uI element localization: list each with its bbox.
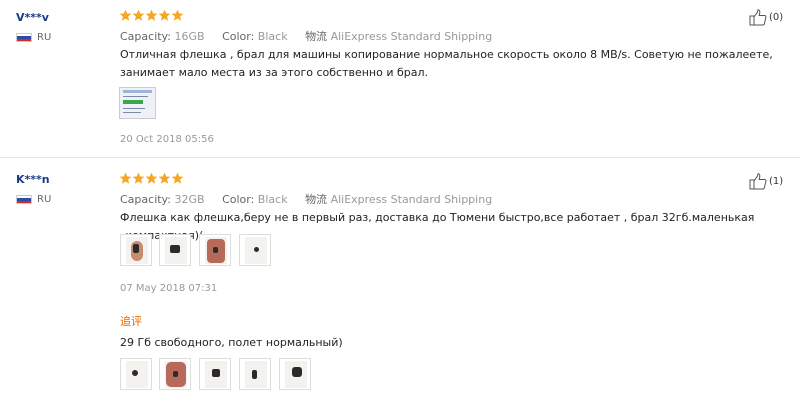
followup-photo-thumbnail[interactable] [279, 358, 311, 390]
followup-label: 追评 [120, 315, 142, 328]
review-item: K***n RU Capacity: 32GB Color: Black 物流 … [0, 158, 800, 405]
review-photo-thumbnail[interactable] [199, 234, 231, 266]
color-value: Black [257, 193, 288, 206]
star-icon [132, 172, 145, 184]
russia-flag-icon [16, 33, 32, 42]
helpful-button[interactable]: (0) [749, 9, 783, 26]
capacity-label: Capacity: [120, 193, 171, 206]
country-code: RU [37, 32, 52, 43]
review-photo-thumbnail[interactable] [159, 234, 191, 266]
star-icon [171, 172, 184, 184]
capacity-value: 16GB [174, 30, 205, 43]
country-code: RU [37, 194, 52, 205]
product-attributes: Capacity: 16GB Color: Black 物流 AliExpres… [120, 28, 492, 44]
reviewer-country: RU [16, 194, 51, 205]
reviewer-name[interactable]: V***v [16, 11, 49, 24]
helpful-count: (1) [769, 176, 784, 187]
followup-photo-thumbnail[interactable] [239, 358, 271, 390]
rating-stars [119, 9, 184, 22]
star-icon [145, 9, 158, 21]
capacity-label: Capacity: [120, 30, 171, 43]
review-date: 20 Oct 2018 05:56 [120, 134, 214, 145]
logistics-label: 物流 [305, 30, 328, 43]
star-icon [132, 9, 145, 21]
shipping-method: AliExpress Standard Shipping [330, 30, 493, 43]
rating-stars [119, 172, 184, 185]
logistics-label: 物流 [305, 193, 328, 206]
reviewer-country: RU [16, 32, 51, 43]
color-value: Black [257, 30, 288, 43]
capacity-value: 32GB [174, 193, 205, 206]
color-label: Color: [222, 30, 255, 43]
thumbs-up-icon [749, 9, 767, 26]
star-icon [119, 9, 132, 21]
star-icon [119, 172, 132, 184]
followup-photo-thumbnail[interactable] [199, 358, 231, 390]
helpful-count: (0) [769, 12, 784, 23]
review-photo-thumbnail[interactable] [120, 234, 152, 266]
russia-flag-icon [16, 195, 32, 204]
thumbs-up-icon [749, 173, 767, 190]
reviewer-name[interactable]: K***n [16, 173, 50, 186]
review-item: V***v RU Capacity: 16GB Color: Black 物流 … [0, 0, 800, 157]
star-icon [145, 172, 158, 184]
star-icon [158, 172, 171, 184]
shipping-method: AliExpress Standard Shipping [330, 193, 493, 206]
review-date: 07 May 2018 07:31 [120, 283, 218, 294]
review-photo-thumbnail[interactable] [239, 234, 271, 266]
helpful-button[interactable]: (1) [749, 173, 783, 190]
star-icon [158, 9, 171, 21]
followup-photo-thumbnail[interactable] [159, 358, 191, 390]
followup-text: 29 Гб свободного, полет нормальный) [120, 336, 343, 349]
star-icon [171, 9, 184, 21]
review-text: Отличная флешка , брал для машины копиро… [120, 48, 773, 79]
followup-photo-thumbnail[interactable] [120, 358, 152, 390]
review-photo-thumbnail[interactable] [119, 87, 156, 119]
product-attributes: Capacity: 32GB Color: Black 物流 AliExpres… [120, 191, 492, 207]
color-label: Color: [222, 193, 255, 206]
